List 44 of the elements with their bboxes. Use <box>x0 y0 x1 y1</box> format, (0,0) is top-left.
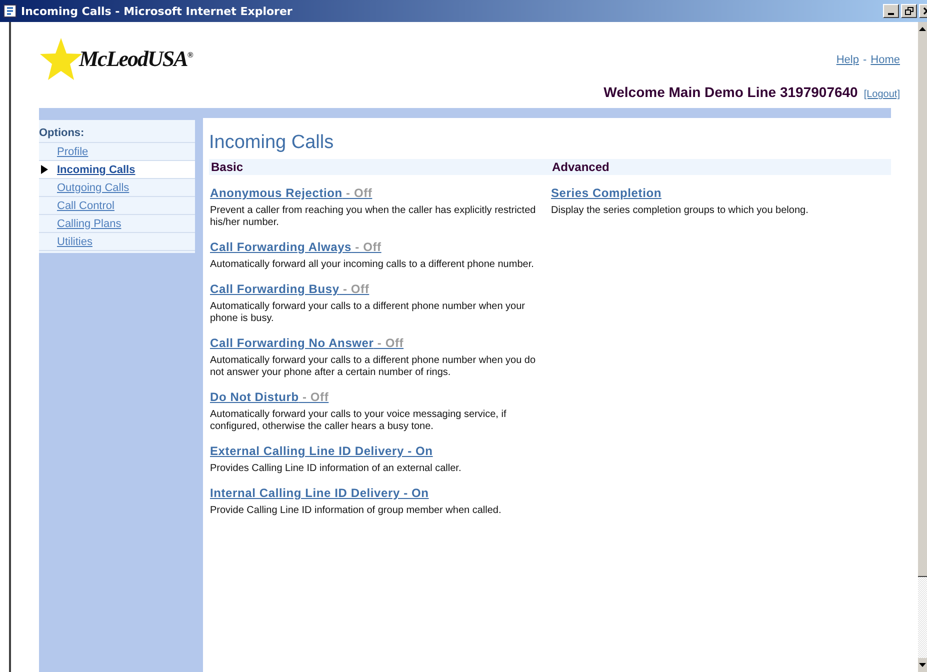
pointer-icon <box>41 165 48 174</box>
feature-description: Automatically forward all your incoming calls to a different phone number. <box>210 259 535 271</box>
feature-link[interactable]: Do Not Disturb - Off <box>210 390 329 404</box>
section-heading: Advanced <box>550 159 891 175</box>
scroll-up-button[interactable] <box>918 22 927 36</box>
options-heading: Options: <box>39 120 195 143</box>
link-separator: - <box>862 54 867 66</box>
feature-link[interactable]: Call Forwarding Always - Off <box>210 240 382 254</box>
feature-link[interactable]: Series Completion <box>551 186 662 200</box>
restore-button[interactable] <box>901 4 917 18</box>
feature-link[interactable]: Call Forwarding Busy - Off <box>210 282 370 296</box>
welcome-text: Welcome Main Demo Line 3197907640 <box>604 84 858 100</box>
logo-text: McLeodUSA$^{®}$ <box>79 46 192 72</box>
home-link[interactable]: Home <box>870 54 900 66</box>
logout-link[interactable]: [Logout] <box>864 89 900 100</box>
feature-description: Prevent a caller from reaching you when the caller has explicitly restricted his/her number. <box>210 205 537 229</box>
feature-description: Provide Calling Line ID information of group member when called. <box>210 505 502 517</box>
restore-icon <box>904 7 914 15</box>
scroll-down-button[interactable] <box>918 658 927 672</box>
nav-item[interactable]: Incoming Calls <box>39 161 195 178</box>
feature-link[interactable]: Anonymous Rejection - Off <box>210 186 372 200</box>
feature-description: Provides Calling Line ID information of an external caller. <box>210 463 462 475</box>
feature-description: Display the series completion groups to which you belong. <box>551 205 810 217</box>
feature-link[interactable]: Internal Calling Line ID Delivery - On <box>210 486 429 500</box>
nav-item[interactable]: Profile <box>39 143 195 160</box>
feature-link[interactable]: Call Forwarding No Answer - Off <box>210 336 404 350</box>
down-arrow-icon <box>919 663 926 667</box>
scrollbar[interactable] <box>918 22 927 672</box>
feature-description: Automatically forward your calls to a different phone number when you do not answer your phone after a certain number of rings. <box>210 355 537 379</box>
nav-item[interactable]: Outgoing Calls <box>39 179 195 196</box>
page-title: Incoming Calls <box>209 132 335 154</box>
help-link[interactable]: Help <box>836 54 859 66</box>
feature-link[interactable]: External Calling Line ID Delivery - On <box>210 444 433 458</box>
nav-item[interactable]: Utilities <box>39 233 195 250</box>
nav-item[interactable]: Call Control <box>39 197 195 214</box>
nav-item[interactable]: Calling Plans <box>39 215 195 232</box>
minimize-button[interactable] <box>883 4 899 18</box>
feature-description: Automatically forward your calls to a different phone number when your phone is busy. <box>210 301 526 325</box>
browser-icon <box>3 4 17 18</box>
window-title: Incoming Calls - Microsoft Internet Explorer <box>21 4 294 18</box>
section-heading: Basic <box>209 159 550 175</box>
scroll-thumb[interactable] <box>918 36 927 577</box>
up-arrow-icon <box>919 27 926 31</box>
feature-description: Automatically forward your calls to your voice messaging service, if configured, otherwise the caller hears a busy tone. <box>210 409 508 433</box>
